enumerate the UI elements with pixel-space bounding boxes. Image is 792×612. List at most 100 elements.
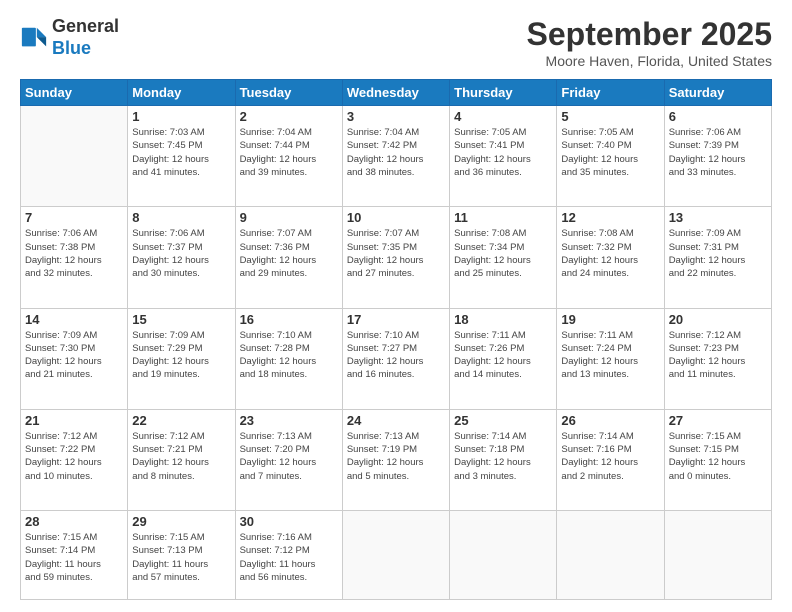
- calendar-cell: [557, 511, 664, 600]
- header-thursday: Thursday: [450, 80, 557, 106]
- calendar-cell: 15 Sunrise: 7:09 AM Sunset: 7:29 PM Dayli…: [128, 308, 235, 409]
- calendar-cell: 13Sunrise: 7:09 AM Sunset: 7:31 PM Dayli…: [664, 207, 771, 308]
- calendar-cell: 18Sunrise: 7:11 AM Sunset: 7:26 PM Dayli…: [450, 308, 557, 409]
- calendar-cell: [342, 511, 449, 600]
- day-number: 25: [454, 413, 552, 428]
- day-info: Sunrise: 7:05 AM Sunset: 7:40 PM Dayligh…: [561, 126, 659, 179]
- day-number: 11: [454, 210, 552, 225]
- header-monday: Monday: [128, 80, 235, 106]
- day-info: Sunrise: 7:15 AM Sunset: 7:14 PM Dayligh…: [25, 531, 123, 584]
- day-number: 21: [25, 413, 123, 428]
- day-number: 8: [132, 210, 230, 225]
- day-number: 20: [669, 312, 767, 327]
- day-number: 24: [347, 413, 445, 428]
- day-info: Sunrise: 7:08 AM Sunset: 7:34 PM Dayligh…: [454, 227, 552, 280]
- day-info: Sunrise: 7:09 AM Sunset: 7:31 PM Dayligh…: [669, 227, 767, 280]
- day-number: 6: [669, 109, 767, 124]
- calendar-cell: 20 Sunrise: 7:12 AM Sunset: 7:23 PM Dayli…: [664, 308, 771, 409]
- calendar-cell: 1 Sunrise: 7:03 AM Sunset: 7:45 PM Daylig…: [128, 106, 235, 207]
- logo-text: General Blue: [52, 16, 119, 59]
- calendar-cell: 24 Sunrise: 7:13 AM Sunset: 7:19 PM Dayli…: [342, 409, 449, 510]
- logo: General Blue: [20, 16, 119, 59]
- day-number: 10: [347, 210, 445, 225]
- day-number: 4: [454, 109, 552, 124]
- day-number: 27: [669, 413, 767, 428]
- calendar-cell: 11 Sunrise: 7:08 AM Sunset: 7:34 PM Dayli…: [450, 207, 557, 308]
- day-info: Sunrise: 7:06 AM Sunset: 7:38 PM Dayligh…: [25, 227, 123, 280]
- header-tuesday: Tuesday: [235, 80, 342, 106]
- day-info: Sunrise: 7:05 AM Sunset: 7:41 PM Dayligh…: [454, 126, 552, 179]
- calendar-cell: 17 Sunrise: 7:10 AM Sunset: 7:27 PM Dayli…: [342, 308, 449, 409]
- calendar-cell: 14Sunrise: 7:09 AM Sunset: 7:30 PM Dayli…: [21, 308, 128, 409]
- calendar-cell: 22 Sunrise: 7:12 AM Sunset: 7:21 PM Dayli…: [128, 409, 235, 510]
- day-number: 22: [132, 413, 230, 428]
- day-info: Sunrise: 7:06 AM Sunset: 7:37 PM Dayligh…: [132, 227, 230, 280]
- week-row-4: 21 Sunrise: 7:12 AM Sunset: 7:22 PM Dayli…: [21, 409, 772, 510]
- calendar-cell: 2Sunrise: 7:04 AM Sunset: 7:44 PM Daylig…: [235, 106, 342, 207]
- calendar: Sunday Monday Tuesday Wednesday Thursday…: [20, 79, 772, 600]
- header-saturday: Saturday: [664, 80, 771, 106]
- day-number: 26: [561, 413, 659, 428]
- day-number: 17: [347, 312, 445, 327]
- calendar-cell: 9Sunrise: 7:07 AM Sunset: 7:36 PM Daylig…: [235, 207, 342, 308]
- day-info: Sunrise: 7:10 AM Sunset: 7:27 PM Dayligh…: [347, 329, 445, 382]
- calendar-cell: 6 Sunrise: 7:06 AM Sunset: 7:39 PM Daylig…: [664, 106, 771, 207]
- week-row-2: 7 Sunrise: 7:06 AM Sunset: 7:38 PM Daylig…: [21, 207, 772, 308]
- weekday-header-row: Sunday Monday Tuesday Wednesday Thursday…: [21, 80, 772, 106]
- calendar-cell: 4 Sunrise: 7:05 AM Sunset: 7:41 PM Daylig…: [450, 106, 557, 207]
- logo-line2: Blue: [52, 38, 119, 60]
- calendar-cell: 29Sunrise: 7:15 AM Sunset: 7:13 PM Dayli…: [128, 511, 235, 600]
- calendar-cell: 27 Sunrise: 7:15 AM Sunset: 7:15 PM Dayli…: [664, 409, 771, 510]
- header-sunday: Sunday: [21, 80, 128, 106]
- day-info: Sunrise: 7:12 AM Sunset: 7:21 PM Dayligh…: [132, 430, 230, 483]
- day-info: Sunrise: 7:16 AM Sunset: 7:12 PM Dayligh…: [240, 531, 338, 584]
- calendar-cell: 28 Sunrise: 7:15 AM Sunset: 7:14 PM Dayli…: [21, 511, 128, 600]
- day-info: Sunrise: 7:12 AM Sunset: 7:23 PM Dayligh…: [669, 329, 767, 382]
- day-info: Sunrise: 7:12 AM Sunset: 7:22 PM Dayligh…: [25, 430, 123, 483]
- day-info: Sunrise: 7:06 AM Sunset: 7:39 PM Dayligh…: [669, 126, 767, 179]
- day-number: 3: [347, 109, 445, 124]
- calendar-cell: 7 Sunrise: 7:06 AM Sunset: 7:38 PM Daylig…: [21, 207, 128, 308]
- calendar-cell: 25 Sunrise: 7:14 AM Sunset: 7:18 PM Dayli…: [450, 409, 557, 510]
- day-number: 16: [240, 312, 338, 327]
- calendar-cell: 21 Sunrise: 7:12 AM Sunset: 7:22 PM Dayli…: [21, 409, 128, 510]
- day-info: Sunrise: 7:10 AM Sunset: 7:28 PM Dayligh…: [240, 329, 338, 382]
- day-number: 19: [561, 312, 659, 327]
- calendar-cell: 8 Sunrise: 7:06 AM Sunset: 7:37 PM Daylig…: [128, 207, 235, 308]
- day-info: Sunrise: 7:15 AM Sunset: 7:15 PM Dayligh…: [669, 430, 767, 483]
- day-number: 28: [25, 514, 123, 529]
- calendar-cell: 26Sunrise: 7:14 AM Sunset: 7:16 PM Dayli…: [557, 409, 664, 510]
- calendar-cell: [450, 511, 557, 600]
- day-info: Sunrise: 7:14 AM Sunset: 7:18 PM Dayligh…: [454, 430, 552, 483]
- day-number: 15: [132, 312, 230, 327]
- page: General Blue September 2025 Moore Haven,…: [0, 0, 792, 612]
- day-number: 2: [240, 109, 338, 124]
- day-number: 7: [25, 210, 123, 225]
- logo-line1: General: [52, 16, 119, 38]
- calendar-cell: 10 Sunrise: 7:07 AM Sunset: 7:35 PM Dayli…: [342, 207, 449, 308]
- calendar-cell: 5 Sunrise: 7:05 AM Sunset: 7:40 PM Daylig…: [557, 106, 664, 207]
- calendar-cell: 19 Sunrise: 7:11 AM Sunset: 7:24 PM Dayli…: [557, 308, 664, 409]
- header-wednesday: Wednesday: [342, 80, 449, 106]
- header: General Blue September 2025 Moore Haven,…: [20, 16, 772, 69]
- day-number: 30: [240, 514, 338, 529]
- title-block: September 2025 Moore Haven, Florida, Uni…: [527, 16, 772, 69]
- calendar-cell: 12Sunrise: 7:08 AM Sunset: 7:32 PM Dayli…: [557, 207, 664, 308]
- calendar-cell: 30 Sunrise: 7:16 AM Sunset: 7:12 PM Dayli…: [235, 511, 342, 600]
- location: Moore Haven, Florida, United States: [527, 53, 772, 69]
- day-number: 5: [561, 109, 659, 124]
- day-info: Sunrise: 7:09 AM Sunset: 7:29 PM Dayligh…: [132, 329, 230, 382]
- header-friday: Friday: [557, 80, 664, 106]
- day-info: Sunrise: 7:08 AM Sunset: 7:32 PM Dayligh…: [561, 227, 659, 280]
- day-number: 1: [132, 109, 230, 124]
- day-number: 14: [25, 312, 123, 327]
- day-number: 18: [454, 312, 552, 327]
- day-number: 9: [240, 210, 338, 225]
- month-title: September 2025: [527, 16, 772, 53]
- day-info: Sunrise: 7:11 AM Sunset: 7:24 PM Dayligh…: [561, 329, 659, 382]
- week-row-1: 1 Sunrise: 7:03 AM Sunset: 7:45 PM Daylig…: [21, 106, 772, 207]
- day-info: Sunrise: 7:03 AM Sunset: 7:45 PM Dayligh…: [132, 126, 230, 179]
- day-info: Sunrise: 7:07 AM Sunset: 7:35 PM Dayligh…: [347, 227, 445, 280]
- day-info: Sunrise: 7:13 AM Sunset: 7:19 PM Dayligh…: [347, 430, 445, 483]
- calendar-cell: 23Sunrise: 7:13 AM Sunset: 7:20 PM Dayli…: [235, 409, 342, 510]
